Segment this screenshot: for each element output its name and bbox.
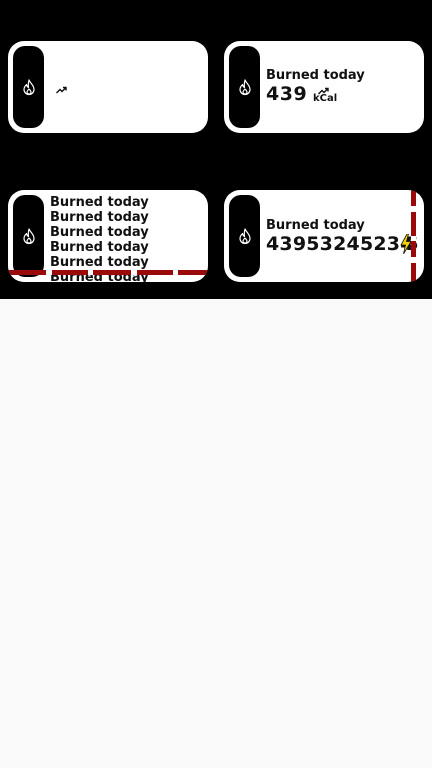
- flame-icon-container: [229, 46, 260, 128]
- burned-label: Burned today: [50, 210, 149, 225]
- trending-up-icon: [56, 86, 67, 94]
- burned-value: 439: [266, 83, 308, 105]
- flame-icon-container: [229, 195, 260, 277]
- burned-label: Burned today: [50, 240, 149, 255]
- burned-card-4[interactable]: Burned today 43953245234 6: [224, 190, 424, 282]
- burned-label: Burned today: [266, 218, 365, 233]
- overflow-indicator-stripe: [411, 190, 416, 282]
- burned-card-1[interactable]: [8, 41, 208, 133]
- widget-preview-area: Burned today 439 kCal Burned today Burne…: [0, 0, 432, 299]
- overflow-indicator-stripe: [8, 270, 208, 275]
- burned-label: Burned today: [50, 255, 149, 270]
- flame-icon: [22, 227, 35, 244]
- burned-card-3[interactable]: Burned today Burned today Burned today B…: [8, 190, 208, 282]
- burned-value: 43953245234: [266, 233, 414, 255]
- unit-label: kCal: [313, 93, 338, 104]
- burned-label: Burned today: [50, 195, 149, 210]
- flame-icon: [22, 78, 35, 95]
- burned-label: Burned today: [50, 225, 149, 240]
- burned-label: Burned today: [266, 68, 365, 83]
- flame-icon: [238, 227, 251, 244]
- flame-icon: [238, 78, 251, 95]
- burned-card-2[interactable]: Burned today 439 kCal: [224, 41, 424, 133]
- flame-icon-container: [13, 195, 44, 277]
- flame-icon-container: [13, 46, 44, 128]
